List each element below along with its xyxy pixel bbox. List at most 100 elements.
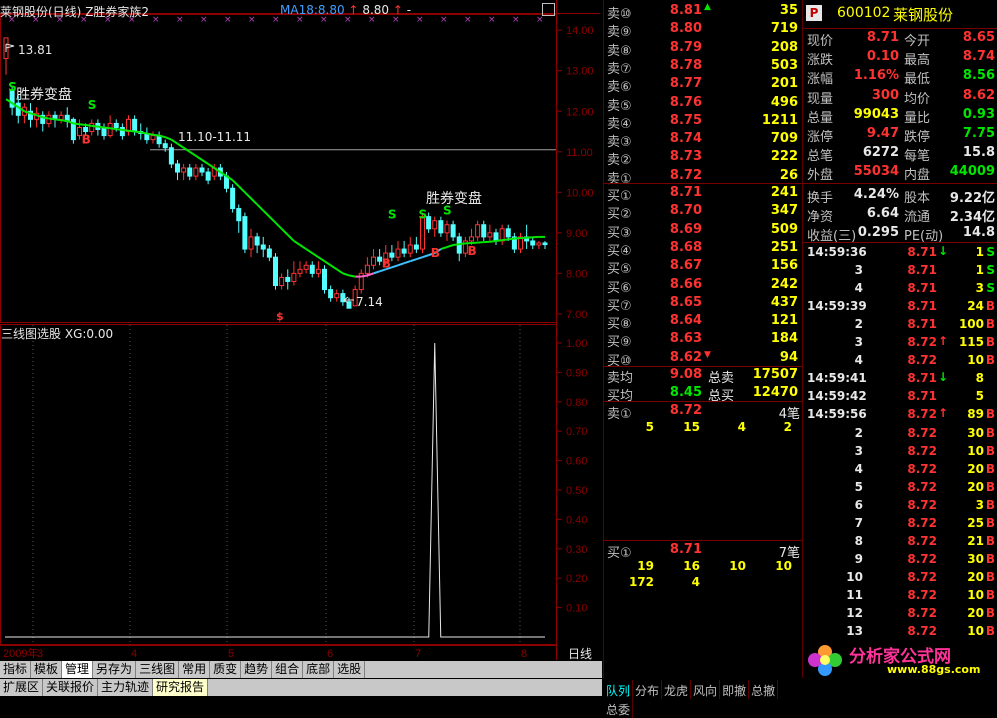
- indicator-tab[interactable]: 管理: [62, 661, 93, 678]
- orderbook-tab[interactable]: 总委: [604, 699, 633, 718]
- ma-line-segment: [122, 130, 128, 131]
- extension-tab[interactable]: 关联报价: [43, 679, 98, 696]
- kline-chart-area[interactable]: ×××××××××××××××××××××××14.0013.0012.0011…: [0, 0, 600, 660]
- sell-level-row[interactable]: 卖⑨8.80719: [604, 20, 802, 38]
- ma-line-segment: [190, 152, 196, 156]
- chart-restore-button[interactable]: [542, 3, 555, 16]
- orderbook-tab[interactable]: 风向: [691, 680, 720, 699]
- tick-row: 14:59:368.71↓1S: [803, 244, 997, 262]
- buy-level-price: 8.67: [662, 258, 702, 273]
- tick-side: B: [986, 570, 995, 584]
- ma-extra: -: [407, 3, 411, 17]
- indicator-tab[interactable]: 选股: [334, 661, 365, 678]
- sub-axis-label: 1.00: [566, 338, 587, 350]
- tick-volume: 30: [967, 552, 984, 566]
- period-label[interactable]: 日线: [568, 645, 592, 662]
- sell-level-row[interactable]: 卖⑦8.78503: [604, 57, 802, 75]
- quote-key2: 跌停: [904, 126, 930, 145]
- tick-price: 8.72: [899, 606, 937, 620]
- sell-level-price: 8.79: [662, 40, 702, 55]
- sell-level-row[interactable]: 卖⑥8.77201: [604, 75, 802, 93]
- ma-line-segment: [49, 119, 55, 120]
- sell-level-row[interactable]: 卖⑩8.81▲35: [604, 2, 802, 20]
- quote-value: 6.64: [839, 206, 899, 221]
- tick-side: B: [986, 606, 995, 620]
- quote-key2: 今开: [904, 30, 930, 49]
- buy-level-row[interactable]: 买⑨8.63184: [604, 330, 802, 348]
- tick-side: B: [986, 462, 995, 476]
- sell-level-price: 8.75: [662, 113, 702, 128]
- candle-body: [335, 294, 339, 298]
- buy-level-row[interactable]: 买①8.71241: [604, 184, 802, 202]
- tick-volume: 20: [967, 462, 984, 476]
- candle-body: [176, 164, 180, 172]
- sell-level-row[interactable]: 卖①8.7226: [604, 167, 802, 185]
- ma-line-segment: [233, 180, 239, 186]
- orderbook-tab[interactable]: 总撤: [749, 680, 778, 699]
- candle-body: [237, 209, 241, 221]
- tick-volume: 24: [967, 299, 984, 313]
- buy-level-row[interactable]: 买⑦8.65437: [604, 294, 802, 312]
- price-axis-label: 12.00: [566, 106, 594, 118]
- quote-key2: 内盘: [904, 164, 930, 183]
- tick-row: 38.7210B: [803, 443, 997, 461]
- candle-body: [255, 237, 259, 245]
- buy-level-row[interactable]: 买⑥8.66242: [604, 276, 802, 294]
- buy-level-row[interactable]: 买②8.70347: [604, 202, 802, 220]
- indicator-tab[interactable]: 另存为: [93, 661, 136, 678]
- tick-side: B: [986, 335, 995, 349]
- tick-volume: 115: [959, 335, 984, 349]
- sell-level-row[interactable]: 卖⑧8.79208: [604, 39, 802, 57]
- tick-row: 58.7220B: [803, 479, 997, 497]
- candle-body: [280, 277, 284, 285]
- quote-row: 现价8.71今开8.65: [803, 29, 997, 48]
- candle-body: [365, 265, 369, 273]
- buy-level-row[interactable]: 买⑧8.64121: [604, 312, 802, 330]
- candle-body: [402, 249, 406, 253]
- indicator-tab[interactable]: 趋势: [241, 661, 272, 678]
- orderbook-tab[interactable]: 分布: [633, 680, 662, 699]
- sell-level-row[interactable]: 卖②8.73222: [604, 148, 802, 166]
- indicator-tab[interactable]: 质变: [210, 661, 241, 678]
- indicator-tab[interactable]: 常用: [179, 661, 210, 678]
- quote-row: 外盘55034内盘44009: [803, 163, 997, 182]
- orderbook-tab[interactable]: 即撤: [720, 680, 749, 699]
- candle-body: [433, 221, 437, 229]
- ma-line-segment: [263, 211, 269, 217]
- sell-level-row[interactable]: 卖③8.74709: [604, 130, 802, 148]
- orderbook-tab[interactable]: 龙虎: [662, 680, 691, 699]
- candle-body: [114, 123, 118, 127]
- extension-tab[interactable]: 主力轨迹: [98, 679, 153, 696]
- buy-level-price: 8.65: [662, 295, 702, 310]
- candle-body: [537, 243, 541, 245]
- buy-level-row[interactable]: 买⑤8.67156: [604, 257, 802, 275]
- indicator-tabbar: 指标模板管理另存为三线图常用质变趋势组合底部选股: [0, 661, 602, 678]
- tick-time: 4: [803, 462, 863, 476]
- chart-title: 莱钢股份(日线): [0, 5, 81, 19]
- buy-level-row[interactable]: 买⑩8.62▼94: [604, 349, 802, 367]
- queue-order: 19: [624, 559, 654, 573]
- indicator-tab[interactable]: 模板: [31, 661, 62, 678]
- tick-price: 8.72: [899, 335, 937, 349]
- candle-body: [494, 233, 498, 241]
- candle-body: [102, 127, 106, 135]
- ma-line-segment: [318, 257, 324, 261]
- sell-level-label: 卖⑨: [607, 21, 632, 40]
- sell-level-row[interactable]: 卖④8.751211: [604, 112, 802, 130]
- buy-level-price: 8.70: [662, 203, 702, 218]
- buy-level-row[interactable]: 买③8.69509: [604, 221, 802, 239]
- quote-key2: 股本: [904, 187, 930, 206]
- orderbook-tab[interactable]: 队列: [604, 680, 633, 699]
- tick-side: B: [986, 407, 995, 421]
- x-axis-label: 8: [521, 648, 527, 660]
- buy-level-row[interactable]: 买④8.68251: [604, 239, 802, 257]
- extension-tab[interactable]: 研究报告: [153, 679, 208, 696]
- tick-side: B: [986, 426, 995, 440]
- extension-tab[interactable]: 扩展区: [0, 679, 43, 696]
- indicator-tab[interactable]: 底部: [303, 661, 334, 678]
- indicator-tab[interactable]: 组合: [272, 661, 303, 678]
- indicator-tab[interactable]: 三线图: [136, 661, 179, 678]
- tick-row: 14:59:568.72↑89B: [803, 406, 997, 424]
- indicator-tab[interactable]: 指标: [0, 661, 31, 678]
- sell-level-row[interactable]: 卖⑤8.76496: [604, 94, 802, 112]
